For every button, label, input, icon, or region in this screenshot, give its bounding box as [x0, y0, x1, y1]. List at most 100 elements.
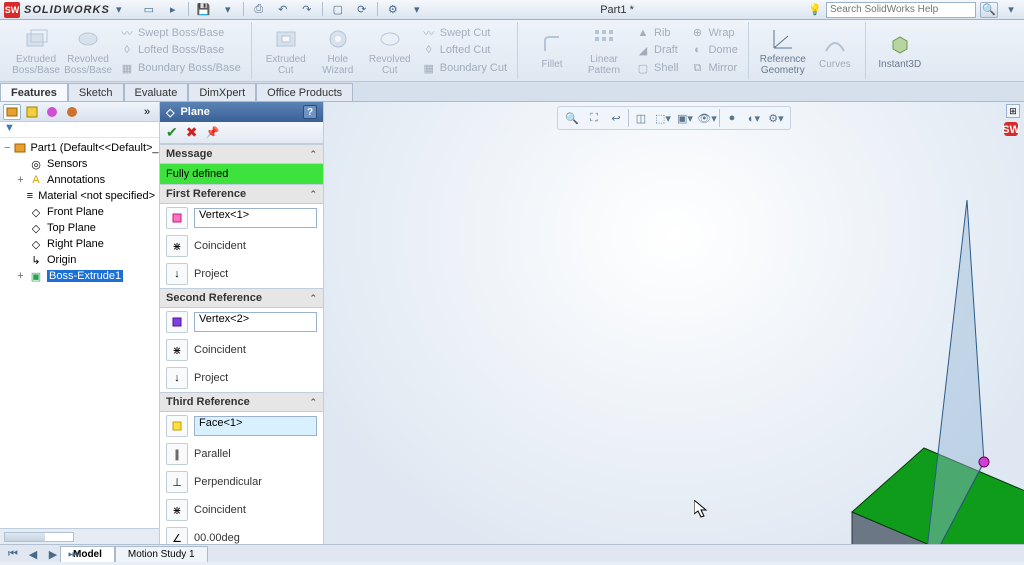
coincident-icon[interactable]: ⋇ [166, 339, 188, 361]
cancel-button[interactable]: ✖ [186, 124, 198, 141]
tab-office-products[interactable]: Office Products [256, 83, 353, 101]
tree-item-annotations[interactable]: +AAnnotations [2, 172, 157, 188]
parallel-icon[interactable]: ∥ [166, 443, 188, 465]
instant3d-button[interactable]: Instant3D [874, 22, 926, 79]
pm-body[interactable]: Message⌃ Fully defined First Reference⌃ … [160, 144, 323, 544]
pm-third-ref-parallel-row[interactable]: ∥ Parallel [160, 440, 323, 468]
search-dropdown-icon[interactable]: ▾ [1002, 2, 1020, 18]
coincident-icon[interactable]: ⋇ [166, 235, 188, 257]
pm-section-second-ref[interactable]: Second Reference⌃ [160, 288, 323, 308]
previous-view-icon[interactable]: ↩ [606, 109, 626, 127]
pm-second-ref-coincident-row[interactable]: ⋇ Coincident [160, 336, 323, 364]
pm-second-ref-input[interactable]: Vertex<2> [194, 312, 317, 332]
pm-third-ref-perpendicular-row[interactable]: ⊥ Perpendicular [160, 468, 323, 496]
fillet-button[interactable]: Fillet [526, 22, 578, 79]
pm-section-third-ref[interactable]: Third Reference⌃ [160, 392, 323, 412]
edit-appearance-icon[interactable]: ● [722, 109, 742, 127]
pm-help-button[interactable]: ? [303, 105, 317, 119]
tree-tab-split[interactable]: » [138, 104, 156, 120]
extruded-cut-button[interactable]: Extruded Cut [260, 22, 312, 79]
angle-icon[interactable]: ∠ [166, 527, 188, 544]
pm-first-ref-project-row[interactable]: ↓ Project [160, 260, 323, 288]
search-button[interactable]: 🔍 [980, 2, 998, 18]
pm-first-ref-input[interactable]: Vertex<1> [194, 208, 317, 228]
redo-icon[interactable]: ↷ [298, 2, 316, 18]
curves-button[interactable]: Curves [809, 22, 861, 79]
new-icon[interactable]: ▭ [140, 2, 158, 18]
wrap-button[interactable]: ⊕Wrap [686, 25, 741, 41]
tree-item-origin[interactable]: ↳Origin [2, 252, 157, 268]
expand-tree-button[interactable]: ⊞ [1006, 104, 1020, 118]
tree-item-sensors[interactable]: ◎Sensors [2, 156, 157, 172]
project-icon[interactable]: ↓ [166, 367, 188, 389]
entity-icon[interactable] [166, 207, 188, 229]
bottom-tab-motion-study[interactable]: Motion Study 1 [115, 546, 208, 562]
print-icon[interactable]: ⎙ [250, 2, 268, 18]
rebuild-icon[interactable]: ⟳ [353, 2, 371, 18]
pushpin-button[interactable]: 📌 [205, 126, 219, 139]
expand-icon[interactable]: + [16, 174, 25, 186]
select-icon[interactable]: ▢ [329, 2, 347, 18]
search-input[interactable] [826, 2, 976, 18]
revolved-boss-button[interactable]: Revolved Boss/Base [62, 22, 114, 79]
revolved-cut-button[interactable]: Revolved Cut [364, 22, 416, 79]
options-icon[interactable]: ⚙ [384, 2, 402, 18]
save-icon[interactable]: 💾 [195, 2, 213, 18]
tab-nav-last-icon[interactable]: ⏭ [64, 546, 82, 562]
filter-icon[interactable]: ▼ [4, 122, 15, 134]
boundary-cut-button[interactable]: ▦Boundary Cut [418, 60, 511, 76]
rib-button[interactable]: ▲Rib [632, 25, 682, 41]
reference-geometry-button[interactable]: Reference Geometry [757, 22, 809, 79]
pm-second-ref-project-row[interactable]: ↓ Project [160, 364, 323, 392]
tree-item-top-plane[interactable]: ◇Top Plane [2, 220, 157, 236]
zoom-area-icon[interactable]: ⛶ [584, 109, 604, 127]
apply-scene-icon[interactable]: ◐▾ [744, 109, 764, 127]
tab-features[interactable]: Features [0, 83, 68, 101]
section-view-icon[interactable]: ◫ [631, 109, 651, 127]
pm-first-ref-coincident-row[interactable]: ⋇ Coincident [160, 232, 323, 260]
pm-third-ref-angle-row[interactable]: ∠ 00.00deg [160, 524, 323, 544]
coincident-icon[interactable]: ⋇ [166, 499, 188, 521]
feature-tree[interactable]: −Part1 (Default<<Default>_Disp ◎Sensors … [0, 138, 159, 528]
tab-evaluate[interactable]: Evaluate [124, 83, 189, 101]
ok-button[interactable]: ✔ [166, 124, 178, 141]
tree-item-root[interactable]: −Part1 (Default<<Default>_Disp [2, 140, 157, 156]
swept-boss-button[interactable]: 〰Swept Boss/Base [116, 25, 245, 41]
tree-item-right-plane[interactable]: ◇Right Plane [2, 236, 157, 252]
display-style-icon[interactable]: ▣▾ [675, 109, 695, 127]
tree-hscrollbar[interactable] [0, 528, 159, 544]
perpendicular-icon[interactable]: ⊥ [166, 471, 188, 493]
entity-icon[interactable] [166, 311, 188, 333]
mirror-button[interactable]: ⧉Mirror [686, 60, 741, 76]
tab-sketch[interactable]: Sketch [68, 83, 124, 101]
shell-button[interactable]: ▢Shell [632, 60, 682, 76]
tree-item-boss-extrude[interactable]: +▣Boss-Extrude1 [2, 268, 157, 284]
tree-item-material[interactable]: ≡Material <not specified> [2, 188, 157, 204]
hscroll-thumb[interactable] [5, 533, 45, 541]
open-icon[interactable]: ▸ [164, 2, 182, 18]
linear-pattern-button[interactable]: Linear Pattern [578, 22, 630, 79]
boundary-boss-button[interactable]: ▦Boundary Boss/Base [116, 60, 245, 76]
swept-cut-button[interactable]: 〰Swept Cut [418, 25, 511, 41]
tree-tab-featuremgr[interactable] [3, 104, 21, 120]
tab-dimxpert[interactable]: DimXpert [188, 83, 256, 101]
tab-nav-next-icon[interactable]: ▶ [44, 546, 62, 562]
tab-nav-first-icon[interactable]: ⏮ [4, 546, 22, 562]
options-dropdown-icon[interactable]: ▾ [408, 2, 426, 18]
entity-icon[interactable] [166, 415, 188, 437]
pm-section-first-ref[interactable]: First Reference⌃ [160, 184, 323, 204]
dome-button[interactable]: ◐Dome [686, 42, 741, 58]
lofted-boss-button[interactable]: ◊Lofted Boss/Base [116, 42, 245, 58]
tab-nav-prev-icon[interactable]: ◀ [24, 546, 42, 562]
extruded-boss-button[interactable]: Extruded Boss/Base [10, 22, 62, 79]
pm-third-ref-input[interactable]: Face<1> [194, 416, 317, 436]
project-icon[interactable]: ↓ [166, 263, 188, 285]
model-render[interactable] [654, 182, 1024, 544]
hole-wizard-button[interactable]: Hole Wizard [312, 22, 364, 79]
collapse-icon[interactable]: − [4, 142, 10, 154]
tree-item-front-plane[interactable]: ◇Front Plane [2, 204, 157, 220]
save-dropdown-icon[interactable]: ▾ [219, 2, 237, 18]
tree-tab-propertymgr[interactable] [23, 104, 41, 120]
graphics-viewport[interactable]: ⊞ 🔍 ⛶ ↩ ◫ ⬚▾ ▣▾ 👁▾ ● ◐▾ ⚙▾ SW [324, 102, 1024, 544]
zoom-fit-icon[interactable]: 🔍 [562, 109, 582, 127]
